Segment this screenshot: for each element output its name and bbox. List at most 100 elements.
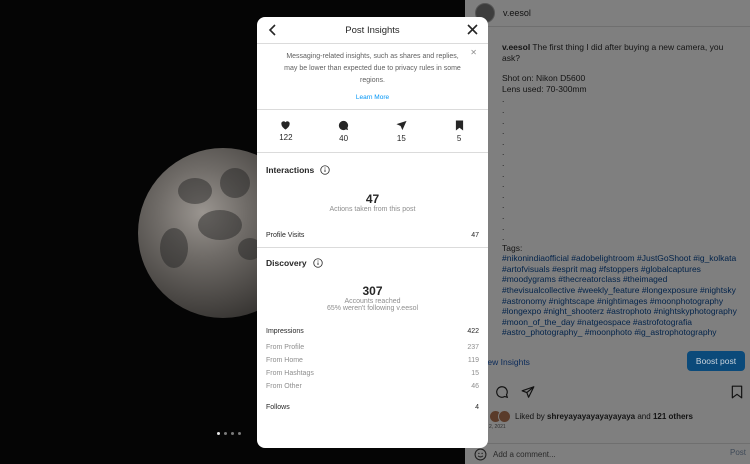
heart-icon (281, 121, 291, 130)
carousel-dots[interactable] (217, 432, 241, 435)
comment-bar: Add a comment... (465, 443, 750, 464)
caption-dot: . (502, 157, 505, 168)
caption-shot-on: Shot on: Nikon D5600 (502, 73, 586, 84)
info-icon[interactable] (312, 258, 323, 268)
caption-dot: . (502, 221, 505, 232)
likes-user[interactable]: shreyayayayayayayaya (547, 412, 635, 421)
caption-dot: . (502, 168, 505, 179)
caption-tags-label: Tags: (502, 242, 523, 253)
caption-dot: . (502, 179, 505, 190)
source-label: From Profile (266, 344, 305, 351)
privacy-notice: Messaging-related insights, such as shar… (257, 44, 488, 110)
stat-saves: 5 (430, 110, 488, 152)
post-date: 2, 2021 (489, 424, 506, 430)
likes-count[interactable]: 121 others (653, 412, 693, 421)
follows-value: 4 (475, 404, 479, 411)
caption-dot: . (502, 104, 505, 115)
from-hashtags-row: From Hashtags 15 (257, 370, 488, 377)
source-value: 237 (467, 344, 479, 351)
impressions-row: Impressions 422 (257, 328, 488, 335)
interactions-title: Interactions (266, 165, 315, 175)
bookmark-icon[interactable] (731, 385, 743, 399)
profile-visits-value: 47 (471, 232, 479, 239)
impressions-label: Impressions (266, 328, 304, 335)
discovery-heading: Discovery (257, 258, 488, 268)
share-icon[interactable] (521, 385, 535, 399)
comment-input[interactable]: Add a comment... (493, 450, 556, 459)
discovery-title: Discovery (266, 258, 307, 268)
caption-hashtags[interactable]: #nikonindiaofficial #adobelightroom #Jus… (502, 253, 742, 338)
info-icon[interactable] (320, 165, 330, 175)
modal-header: Post Insights (257, 17, 488, 44)
boost-post-button[interactable]: Boost post (687, 351, 745, 371)
profile-visits-row: Profile Visits 47 (257, 232, 488, 239)
follows-row: Follows 4 (257, 404, 488, 411)
from-home-row: From Home 119 (257, 357, 488, 364)
caption-dot: . (502, 136, 505, 147)
caption-first-line: v.eesol The first thing I did after buyi… (502, 42, 742, 63)
header-username[interactable]: v.eesol (503, 8, 531, 18)
caption-username[interactable]: v.eesol (502, 42, 530, 52)
caption-dot: . (502, 147, 505, 158)
caption-dot: . (502, 94, 505, 105)
comments-value: 40 (339, 133, 349, 143)
avatar (498, 410, 511, 423)
likes-prefix: Liked by (515, 412, 545, 421)
back-arrow-icon[interactable] (267, 23, 279, 37)
post-header: v.eesol (465, 0, 750, 27)
accounts-reached-label: Accounts reached (344, 298, 401, 305)
modal-title: Post Insights (345, 24, 400, 36)
comment-icon[interactable] (495, 385, 509, 399)
from-profile-row: From Profile 237 (257, 344, 488, 351)
stat-likes: 122 (257, 110, 315, 152)
caption-lens: Lens used: 70-300mm (502, 83, 587, 94)
dismiss-notice-icon[interactable]: ✕ (470, 48, 477, 57)
close-icon[interactable] (466, 23, 479, 36)
learn-more-link[interactable]: Learn More (257, 94, 488, 101)
carousel-dot[interactable] (231, 432, 234, 435)
engagement-stats: 122 40 15 5 (257, 110, 488, 153)
post-caption: v.eesol The first thing I did after buyi… (502, 42, 742, 338)
post-insights-modal: Post Insights Messaging-related insights… (257, 17, 488, 448)
stat-comments: 40 (315, 110, 373, 152)
carousel-dot[interactable] (224, 432, 227, 435)
emoji-icon[interactable] (474, 448, 487, 461)
follows-label: Follows (266, 404, 290, 411)
source-value: 15 (471, 370, 479, 377)
caption-dot: . (502, 189, 505, 200)
source-label: From Home (266, 357, 303, 364)
stat-shares: 15 (373, 110, 431, 152)
source-value: 46 (471, 383, 479, 390)
post-details-panel: v.eesol v.eesol The first thing I did af… (465, 0, 750, 464)
interactions-heading: Interactions (257, 165, 488, 175)
accounts-reached-value: 307 (362, 284, 383, 298)
post-comment-button[interactable]: Post (730, 448, 746, 457)
caption-dot: . (502, 200, 505, 211)
shares-value: 15 (396, 133, 406, 143)
caption-dot: . (502, 115, 505, 126)
caption-dot: . (502, 210, 505, 221)
caption-text: The first thing I did after buying a new… (502, 42, 724, 63)
likes-value: 122 (279, 133, 293, 142)
actions-value: 47 (365, 192, 380, 206)
likes-summary: Liked by shreyayayayayayayaya and 121 ot… (489, 410, 693, 423)
post-actions (495, 385, 535, 399)
from-other-row: From Other 46 (257, 383, 488, 390)
carousel-dot[interactable] (217, 432, 220, 435)
likes-and: and (637, 412, 651, 421)
impressions-value: 422 (467, 328, 479, 335)
source-value: 119 (467, 357, 479, 364)
source-label: From Hashtags (266, 370, 314, 377)
notice-text: Messaging-related insights, such as shar… (284, 53, 461, 84)
profile-visits-label: Profile Visits (266, 232, 305, 239)
comment-icon (339, 120, 349, 130)
bookmark-icon (455, 120, 463, 130)
caption-dot: . (502, 126, 505, 137)
not-following-text: 65% weren't following v.eesol (326, 305, 419, 312)
caption-dot: . (502, 232, 505, 243)
share-icon (396, 120, 407, 130)
carousel-dot[interactable] (238, 432, 241, 435)
saves-value: 5 (456, 133, 462, 143)
actions-label: Actions taken from this post (329, 206, 416, 213)
source-label: From Other (266, 383, 302, 390)
